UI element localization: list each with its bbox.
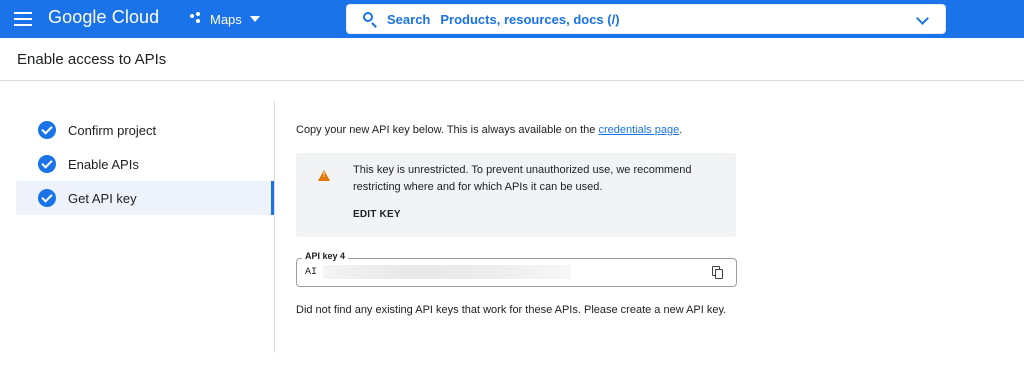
api-key-label: API key 4 xyxy=(302,251,349,261)
project-icon xyxy=(190,12,204,26)
step-label: Enable APIs xyxy=(68,156,139,172)
warning-icon-mark: ! xyxy=(322,172,326,179)
stepper: Confirm project Enable APIs Get API key xyxy=(16,113,274,215)
check-circle-icon xyxy=(38,155,56,173)
project-picker[interactable]: Maps xyxy=(190,8,260,30)
step-confirm-project[interactable]: Confirm project xyxy=(16,113,274,147)
api-key-redacted xyxy=(323,265,571,279)
credentials-page-link[interactable]: credentials page xyxy=(598,124,679,136)
search-icon xyxy=(363,12,377,28)
search-placeholder: Products, resources, docs (/) xyxy=(440,11,620,27)
page-title: Enable access to APIs xyxy=(17,51,167,68)
api-key-field[interactable]: API key 4 AI xyxy=(296,251,737,287)
intro-text-body: Copy your new API key below. This is alw… xyxy=(296,124,599,136)
check-circle-icon xyxy=(38,189,56,207)
intro-text: Copy your new API key below. This is alw… xyxy=(296,124,682,136)
no-existing-keys-note: Did not find any existing API keys that … xyxy=(296,304,727,316)
chevron-down-icon xyxy=(249,16,260,22)
vertical-divider xyxy=(274,101,275,353)
search-input[interactable]: Search Products, resources, docs (/) xyxy=(346,4,946,34)
step-label: Get API key xyxy=(68,190,137,206)
warning-text: This key is unrestricted. To prevent una… xyxy=(353,164,692,193)
step-get-api-key[interactable]: Get API key xyxy=(16,181,274,215)
google-cloud-logo[interactable]: Google Cloud xyxy=(48,7,159,28)
step-label: Confirm project xyxy=(68,122,157,138)
chevron-down-icon[interactable] xyxy=(916,12,929,25)
menu-icon[interactable] xyxy=(14,11,32,27)
edit-key-button[interactable]: EDIT KEY xyxy=(353,209,401,220)
search-label: Search xyxy=(387,11,431,27)
unrestricted-key-warning: ! This key is unrestricted. To prevent u… xyxy=(296,153,736,237)
intro-text-end: . xyxy=(679,124,683,136)
top-app-bar: Google Cloud Maps Search Products, resou… xyxy=(0,0,1024,38)
project-name: Maps xyxy=(210,11,242,27)
api-key-value[interactable]: AI xyxy=(305,267,317,278)
page-header: Enable access to APIs xyxy=(0,38,1024,81)
copy-icon[interactable] xyxy=(712,266,724,279)
step-enable-apis[interactable]: Enable APIs xyxy=(16,147,274,181)
check-circle-icon xyxy=(38,121,56,139)
